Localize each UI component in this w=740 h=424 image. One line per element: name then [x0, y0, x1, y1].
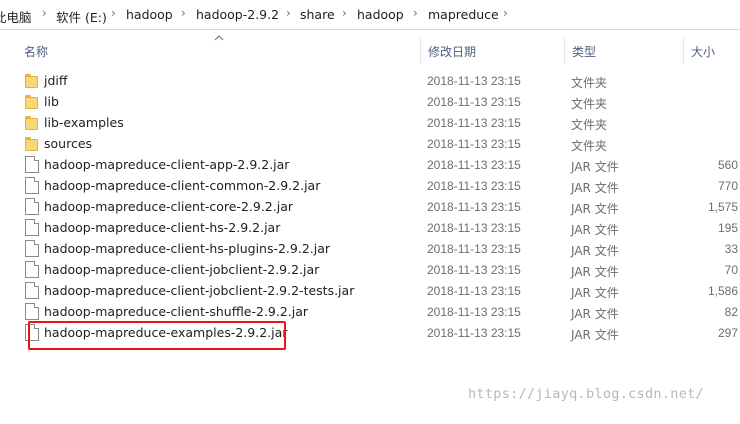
folder-icon: [25, 72, 39, 89]
file-name: hadoop-mapreduce-client-hs-plugins-2.9.2…: [44, 241, 331, 256]
file-name: hadoop-mapreduce-client-jobclient-2.9.2.…: [44, 262, 320, 277]
file-date: 2018-11-13 23:15: [427, 221, 521, 235]
file-size: 770: [717, 179, 738, 193]
file-size: 1,586: [707, 284, 738, 298]
file-name: lib: [44, 94, 59, 109]
breadcrumb-this-pc[interactable]: 此电脑: [0, 7, 32, 26]
file-type: JAR 文件: [571, 202, 619, 216]
file-type: 文件夹: [571, 118, 608, 132]
file-size: 1,575: [707, 200, 738, 214]
breadcrumb-share[interactable]: share: [300, 7, 335, 22]
file-type: JAR 文件: [571, 286, 619, 300]
file-type: JAR 文件: [571, 307, 619, 321]
watermark: https://jiayq.blog.csdn.net/: [468, 386, 704, 402]
breadcrumb-separator-icon[interactable]: ›: [181, 6, 186, 20]
file-icon: [25, 240, 39, 257]
breadcrumb-hadoop[interactable]: hadoop: [126, 7, 173, 22]
file-name: hadoop-mapreduce-client-hs-2.9.2.jar: [44, 220, 281, 235]
column-date[interactable]: 修改日期: [428, 43, 476, 60]
file-type: JAR 文件: [571, 244, 619, 258]
column-type[interactable]: 类型: [572, 43, 596, 60]
breadcrumb-separator-icon[interactable]: ›: [42, 6, 47, 20]
file-date: 2018-11-13 23:15: [427, 326, 521, 340]
file-date: 2018-11-13 23:15: [427, 200, 521, 214]
file-icon: [25, 156, 39, 173]
breadcrumb-separator-icon[interactable]: ›: [342, 6, 347, 20]
column-name[interactable]: 名称: [24, 43, 48, 60]
file-date: 2018-11-13 23:15: [427, 158, 521, 172]
file-type: JAR 文件: [571, 328, 619, 342]
column-divider[interactable]: [683, 38, 684, 64]
highlight-box: [28, 321, 286, 350]
list-item-folder[interactable]: jdiff 2018-11-13 23:15 文件夹: [22, 70, 740, 91]
folder-icon: [25, 135, 39, 152]
breadcrumb-hadoop-version[interactable]: hadoop-2.9.2: [196, 7, 279, 22]
file-name: hadoop-mapreduce-client-common-2.9.2.jar: [44, 178, 321, 193]
list-item-file[interactable]: hadoop-mapreduce-client-core-2.9.2.jar 2…: [22, 196, 740, 217]
file-name: jdiff: [44, 73, 68, 88]
file-date: 2018-11-13 23:15: [427, 137, 521, 151]
breadcrumb-separator-icon[interactable]: ›: [111, 6, 116, 20]
list-item-file[interactable]: hadoop-mapreduce-client-common-2.9.2.jar…: [22, 175, 740, 196]
file-size: 82: [724, 305, 738, 319]
breadcrumb-separator-icon[interactable]: ›: [503, 6, 508, 20]
breadcrumb-mapreduce[interactable]: mapreduce: [428, 7, 499, 22]
column-divider[interactable]: [420, 38, 421, 64]
file-type: 文件夹: [571, 97, 608, 111]
file-date: 2018-11-13 23:15: [427, 116, 521, 130]
file-type: 文件夹: [571, 139, 608, 153]
file-name: sources: [44, 136, 93, 151]
file-name: lib-examples: [44, 115, 124, 130]
file-type: JAR 文件: [571, 265, 619, 279]
file-size: 297: [717, 326, 738, 340]
file-date: 2018-11-13 23:15: [427, 284, 521, 298]
file-date: 2018-11-13 23:15: [427, 242, 521, 256]
breadcrumb-drive[interactable]: 软件 (E:): [56, 7, 107, 26]
file-icon: [25, 219, 39, 236]
file-icon: [25, 303, 39, 320]
list-item-file[interactable]: hadoop-mapreduce-client-hs-2.9.2.jar 201…: [22, 217, 740, 238]
file-date: 2018-11-13 23:15: [427, 95, 521, 109]
file-size: 195: [717, 221, 738, 235]
file-size: 560: [717, 158, 738, 172]
file-icon: [25, 198, 39, 215]
list-item-file[interactable]: hadoop-mapreduce-client-jobclient-2.9.2-…: [22, 280, 740, 301]
file-icon: [25, 282, 39, 299]
breadcrumb-separator-icon[interactable]: ›: [413, 6, 418, 20]
address-bar[interactable]: 此电脑 › 软件 (E:) › hadoop › hadoop-2.9.2 › …: [0, 0, 740, 30]
folder-icon: [25, 114, 39, 131]
list-item-file[interactable]: hadoop-mapreduce-client-jobclient-2.9.2.…: [22, 259, 740, 280]
file-date: 2018-11-13 23:15: [427, 305, 521, 319]
file-date: 2018-11-13 23:15: [427, 263, 521, 277]
list-item-file[interactable]: hadoop-mapreduce-client-shuffle-2.9.2.ja…: [22, 301, 740, 322]
column-header: 名称 修改日期 类型 大小: [0, 35, 740, 64]
file-size: 33: [724, 242, 738, 256]
list-item-file[interactable]: hadoop-mapreduce-client-app-2.9.2.jar 20…: [22, 154, 740, 175]
list-item-folder[interactable]: lib-examples 2018-11-13 23:15 文件夹: [22, 112, 740, 133]
file-date: 2018-11-13 23:15: [427, 74, 521, 88]
file-name: hadoop-mapreduce-client-core-2.9.2.jar: [44, 199, 293, 214]
file-name: hadoop-mapreduce-client-shuffle-2.9.2.ja…: [44, 304, 309, 319]
file-type: JAR 文件: [571, 160, 619, 174]
file-name: hadoop-mapreduce-client-jobclient-2.9.2-…: [44, 283, 355, 298]
file-name: hadoop-mapreduce-client-app-2.9.2.jar: [44, 157, 290, 172]
file-icon: [25, 177, 39, 194]
file-icon: [25, 261, 39, 278]
file-type: JAR 文件: [571, 223, 619, 237]
breadcrumb-hadoop-sub[interactable]: hadoop: [357, 7, 404, 22]
list-item-folder[interactable]: lib 2018-11-13 23:15 文件夹: [22, 91, 740, 112]
file-size: 70: [724, 263, 738, 277]
breadcrumb-separator-icon[interactable]: ›: [286, 6, 291, 20]
file-type: JAR 文件: [571, 181, 619, 195]
sort-ascending-icon: [214, 35, 224, 41]
list-item-folder[interactable]: sources 2018-11-13 23:15 文件夹: [22, 133, 740, 154]
folder-icon: [25, 93, 39, 110]
column-divider[interactable]: [564, 38, 565, 64]
file-date: 2018-11-13 23:15: [427, 179, 521, 193]
file-type: 文件夹: [571, 76, 608, 90]
column-size[interactable]: 大小: [691, 43, 715, 60]
list-item-file[interactable]: hadoop-mapreduce-client-hs-plugins-2.9.2…: [22, 238, 740, 259]
